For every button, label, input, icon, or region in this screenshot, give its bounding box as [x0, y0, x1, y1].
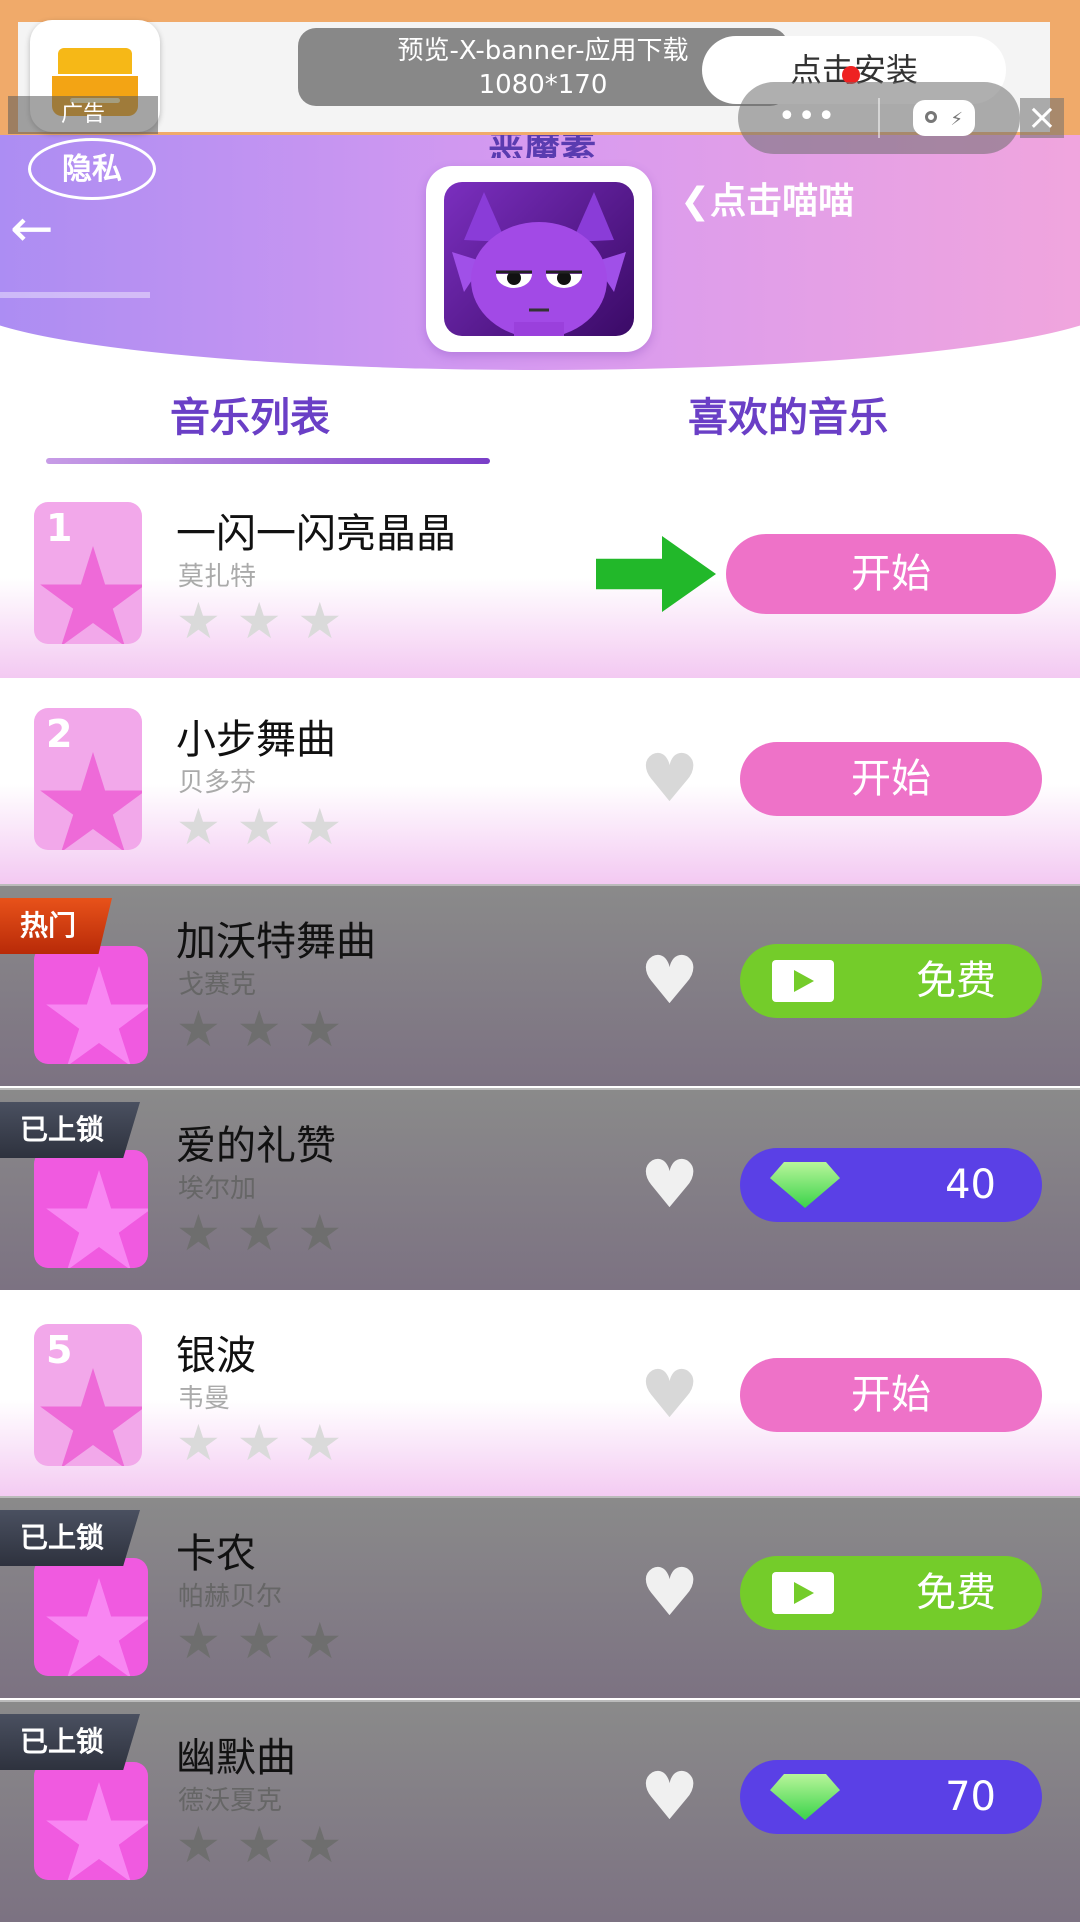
heart-icon[interactable]: ♥ — [640, 1764, 699, 1830]
free-label: 免费 — [916, 1570, 996, 1616]
rating-stars-icon: ★ ★ ★ — [176, 1816, 343, 1874]
song-row: 2 小步舞曲 贝多芬 ★ ★ ★ ♥ 开始 — [0, 684, 1080, 884]
locked-badge: 已上锁 — [0, 1102, 141, 1158]
capsule-divider — [878, 98, 880, 138]
song-title: 银波 — [176, 1333, 256, 1379]
mini-program-capsule: ••• ⚡ — [738, 82, 1020, 154]
song-artist: 德沃夏克 — [178, 1786, 283, 1816]
song-artist: 韦曼 — [178, 1384, 231, 1414]
song-row: 5 银波 韦曼 ★ ★ ★ ♥ 开始 — [0, 1300, 1080, 1500]
free-label: 免费 — [916, 958, 996, 1004]
song-card: 5 — [34, 1324, 142, 1466]
star-icon — [40, 1368, 142, 1466]
song-row: 已上锁 卡农 帕赫贝尔 ★ ★ ★ ♥ 免费 — [0, 1496, 1080, 1698]
song-title: 幽默曲 — [176, 1735, 296, 1781]
song-card — [34, 1762, 148, 1880]
rating-stars-icon: ★ ★ ★ — [176, 1000, 343, 1058]
divider — [0, 292, 150, 298]
song-artist: 莫扎特 — [178, 562, 257, 592]
rating-stars-icon: ★ ★ ★ — [176, 1204, 343, 1262]
locked-badge: 已上锁 — [0, 1510, 141, 1566]
song-card: 2 — [34, 708, 142, 850]
heart-icon[interactable]: ♥ — [640, 948, 699, 1014]
character-avatar[interactable] — [426, 166, 652, 352]
song-card — [34, 1558, 148, 1676]
tab-favorite-music[interactable]: 喜欢的音乐 — [688, 392, 888, 444]
purple-character-icon — [452, 192, 626, 336]
unlock-gem-button[interactable]: 40 — [740, 1148, 1042, 1222]
star-icon — [46, 966, 148, 1064]
video-icon — [772, 960, 834, 1002]
star-icon — [40, 752, 142, 850]
song-row: 热门 加沃特舞曲 戈赛克 ★ ★ ★ ♥ 免费 — [0, 884, 1080, 1086]
character-portrait — [444, 182, 634, 336]
locked-badge: 已上锁 — [0, 1714, 141, 1770]
song-title: 加沃特舞曲 — [176, 919, 376, 965]
meow-link[interactable]: ❮点击喵喵 — [680, 178, 854, 226]
song-card — [34, 1150, 148, 1268]
song-artist: 贝多芬 — [178, 768, 257, 798]
start-button[interactable]: 开始 — [740, 742, 1042, 816]
back-arrow-icon[interactable]: ← — [10, 202, 70, 256]
star-icon — [46, 1170, 148, 1268]
song-number: 1 — [46, 506, 73, 550]
heart-icon[interactable]: ♥ — [640, 746, 699, 812]
heart-icon[interactable]: ♥ — [640, 1560, 699, 1626]
song-number: 5 — [46, 1328, 73, 1372]
gem-price: 40 — [945, 1162, 996, 1208]
start-button[interactable]: 开始 — [740, 1358, 1042, 1432]
gem-price: 70 — [945, 1774, 996, 1820]
heart-icon[interactable]: ♥ — [640, 1362, 699, 1428]
song-card — [34, 946, 148, 1064]
song-title: 小步舞曲 — [176, 717, 336, 763]
unlock-gem-button[interactable]: 70 — [740, 1760, 1042, 1834]
start-button[interactable]: 开始 — [726, 534, 1056, 614]
song-card: 1 — [34, 502, 142, 644]
gem-icon — [770, 1774, 840, 1820]
rating-stars-icon: ★ ★ ★ — [176, 1612, 343, 1670]
more-icon[interactable]: ••• — [778, 102, 837, 132]
song-artist: 戈赛克 — [178, 970, 257, 1000]
hot-badge: 热门 — [0, 898, 113, 954]
song-row: 已上锁 幽默曲 德沃夏克 ★ ★ ★ ♥ 70 — [0, 1700, 1080, 1922]
song-row: 已上锁 爱的礼赞 埃尔加 ★ ★ ★ ♥ 40 — [0, 1088, 1080, 1290]
active-tab-indicator — [46, 458, 490, 464]
tab-music-list[interactable]: 音乐列表 — [170, 392, 330, 444]
song-artist: 埃尔加 — [178, 1174, 257, 1204]
song-row: 1 一闪一闪亮晶晶 莫扎特 ★ ★ ★ 开始 — [0, 478, 1080, 678]
heart-icon[interactable]: ♥ — [640, 1152, 699, 1218]
ad-label[interactable]: 广告 — [8, 96, 158, 134]
song-title: 卡农 — [176, 1531, 256, 1577]
gem-icon — [770, 1162, 840, 1208]
gamepad-icon[interactable]: ⚡ — [913, 100, 975, 136]
rating-stars-icon: ★ ★ ★ — [176, 798, 343, 856]
free-button[interactable]: 免费 — [740, 1556, 1042, 1630]
song-title: 一闪一闪亮晶晶 — [176, 511, 456, 557]
song-title: 爱的礼赞 — [176, 1123, 336, 1169]
video-icon — [772, 1572, 834, 1614]
rating-stars-icon: ★ ★ ★ — [176, 1414, 343, 1472]
privacy-button[interactable]: 隐私 — [28, 138, 156, 200]
free-button[interactable]: 免费 — [740, 944, 1042, 1018]
close-ad-icon[interactable]: × — [1020, 98, 1064, 138]
rating-stars-icon: ★ ★ ★ — [176, 592, 343, 650]
star-icon — [46, 1782, 148, 1880]
star-icon — [46, 1578, 148, 1676]
star-icon — [40, 546, 142, 644]
song-artist: 帕赫贝尔 — [178, 1582, 283, 1612]
song-number: 2 — [46, 712, 73, 756]
